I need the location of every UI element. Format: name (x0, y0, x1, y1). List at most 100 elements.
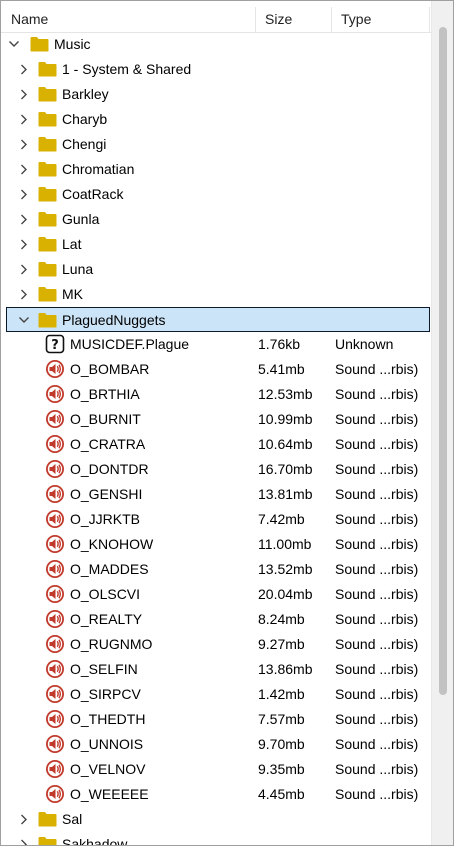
tree-row-folder[interactable]: Lat (1, 232, 431, 257)
chevron-right-icon[interactable] (18, 832, 30, 845)
sound-icon (45, 784, 65, 804)
chevron-right-icon[interactable] (18, 82, 30, 107)
file-type: Sound ...rbis) (335, 686, 419, 702)
column-size-header[interactable]: Size (255, 1, 332, 33)
chevron-right-icon[interactable] (18, 182, 30, 207)
file-type: Sound ...rbis) (335, 636, 419, 652)
chevron-right-icon[interactable] (18, 207, 30, 232)
tree-row-file[interactable]: O_SIRPCV 1.42mb Sound ...rbis) (1, 682, 431, 707)
tree-row-file[interactable]: O_SELFIN 13.86mb Sound ...rbis) (1, 657, 431, 682)
chevron-right-icon[interactable] (18, 132, 30, 157)
tree-row-selected-folder[interactable]: PlaguedNuggets (6, 307, 430, 332)
tree-row-file[interactable]: O_CRATRA 10.64mb Sound ...rbis) (1, 432, 431, 457)
column-name-header[interactable]: Name (1, 1, 256, 33)
question-icon: ? (45, 334, 65, 354)
tree-row-file[interactable]: O_OLSCVI 20.04mb Sound ...rbis) (1, 582, 431, 607)
tree-row-file[interactable]: O_JJRKTB 7.42mb Sound ...rbis) (1, 507, 431, 532)
chevron-down-icon[interactable] (8, 32, 20, 57)
tree-row-folder[interactable]: Barkley (1, 82, 431, 107)
tree-row-file[interactable]: O_UNNOIS 9.70mb Sound ...rbis) (1, 732, 431, 757)
tree-row-file[interactable]: O_KNOHOW 11.00mb Sound ...rbis) (1, 532, 431, 557)
file-name: O_GENSHI (70, 486, 143, 502)
svg-text:?: ? (51, 338, 59, 353)
file-type: Sound ...rbis) (335, 761, 419, 777)
file-size: 10.64mb (258, 436, 313, 452)
sound-icon (45, 659, 65, 679)
tree-row-file[interactable]: ? MUSICDEF.Plague 1.76kb Unknown (1, 332, 431, 357)
tree-row-music-folder[interactable]: Music (1, 32, 431, 57)
file-name: O_VELNOV (70, 761, 146, 777)
tree-row-file[interactable]: O_DONTDR 16.70mb Sound ...rbis) (1, 457, 431, 482)
sound-icon (45, 609, 65, 629)
folder-icon (38, 211, 57, 227)
vertical-scrollbar[interactable] (431, 1, 453, 845)
file-name: O_BOMBAR (70, 361, 150, 377)
sound-icon (45, 759, 65, 779)
sound-icon (45, 484, 65, 504)
tree-row-folder[interactable]: Sal (1, 807, 431, 832)
tree-row-file[interactable]: O_RUGNMO 9.27mb Sound ...rbis) (1, 632, 431, 657)
column-type-header[interactable]: Type (331, 1, 429, 33)
tree-row-file[interactable]: O_BOMBAR 5.41mb Sound ...rbis) (1, 357, 431, 382)
sound-icon (45, 409, 65, 429)
file-name: O_CRATRA (70, 436, 146, 452)
folder-label: Sal (62, 811, 83, 827)
tree-row-file[interactable]: O_WEEEEE 4.45mb Sound ...rbis) (1, 782, 431, 807)
column-header: Name Size Type (1, 1, 431, 33)
tree-row-file[interactable]: O_VELNOV 9.35mb Sound ...rbis) (1, 757, 431, 782)
folder-icon (38, 286, 57, 302)
file-type: Sound ...rbis) (335, 711, 419, 727)
file-name: O_RUGNMO (70, 636, 153, 652)
folder-icon (38, 161, 57, 177)
folder-label: Gunla (62, 211, 100, 227)
file-type: Sound ...rbis) (335, 511, 419, 527)
tree-row-file[interactable]: O_REALTY 8.24mb Sound ...rbis) (1, 607, 431, 632)
tree-row-folder[interactable]: Chengi (1, 132, 431, 157)
file-name: O_WEEEEE (70, 786, 149, 802)
tree-row-folder[interactable]: CoatRack (1, 182, 431, 207)
tree-row-folder[interactable]: 1 - System & Shared (1, 57, 431, 82)
sound-icon (45, 534, 65, 554)
file-size: 9.35mb (258, 761, 305, 777)
file-name: O_MADDES (70, 561, 149, 577)
tree-row-file[interactable]: O_BURNIT 10.99mb Sound ...rbis) (1, 407, 431, 432)
column-divider[interactable] (429, 7, 430, 33)
chevron-right-icon[interactable] (18, 107, 30, 132)
chevron-right-icon[interactable] (18, 232, 30, 257)
tree-row-file[interactable]: O_GENSHI 13.81mb Sound ...rbis) (1, 482, 431, 507)
tree-row-folder[interactable]: Chromatian (1, 157, 431, 182)
tree-row-folder[interactable]: MK (1, 282, 431, 307)
scrollbar-thumb[interactable] (439, 27, 447, 695)
folder-label: MK (62, 286, 83, 302)
folder-label: PlaguedNuggets (62, 312, 166, 328)
tree-row-folder[interactable]: Sakhadow (1, 832, 431, 845)
folder-label: Chengi (62, 136, 107, 152)
folder-icon (38, 811, 57, 827)
tree-row-folder[interactable]: Luna (1, 257, 431, 282)
tree-row-file[interactable]: O_MADDES 13.52mb Sound ...rbis) (1, 557, 431, 582)
chevron-right-icon[interactable] (18, 807, 30, 832)
file-name: O_REALTY (70, 611, 143, 627)
chevron-right-icon[interactable] (18, 57, 30, 82)
chevron-right-icon[interactable] (18, 257, 30, 282)
sound-icon (45, 634, 65, 654)
file-type: Sound ...rbis) (335, 661, 419, 677)
tree-row-folder[interactable]: Charyb (1, 107, 431, 132)
chevron-right-icon[interactable] (18, 157, 30, 182)
tree-row-file[interactable]: O_THEDTH 7.57mb Sound ...rbis) (1, 707, 431, 732)
folder-icon (30, 36, 49, 52)
file-type: Sound ...rbis) (335, 736, 419, 752)
folder-icon (38, 236, 57, 252)
file-tree-panel: Name Size Type Music 1 - System & Shared B… (0, 0, 454, 846)
tree-row-folder[interactable]: Gunla (1, 207, 431, 232)
file-type: Sound ...rbis) (335, 486, 419, 502)
sound-icon (45, 734, 65, 754)
chevron-right-icon[interactable] (18, 282, 30, 307)
file-size: 10.99mb (258, 411, 313, 427)
file-size: 8.24mb (258, 611, 305, 627)
tree-row-file[interactable]: O_BRTHIA 12.53mb Sound ...rbis) (1, 382, 431, 407)
chevron-down-icon[interactable] (18, 308, 30, 333)
file-size: 20.04mb (258, 586, 313, 602)
file-name: O_JJRKTB (70, 511, 141, 527)
folder-icon (38, 186, 57, 202)
